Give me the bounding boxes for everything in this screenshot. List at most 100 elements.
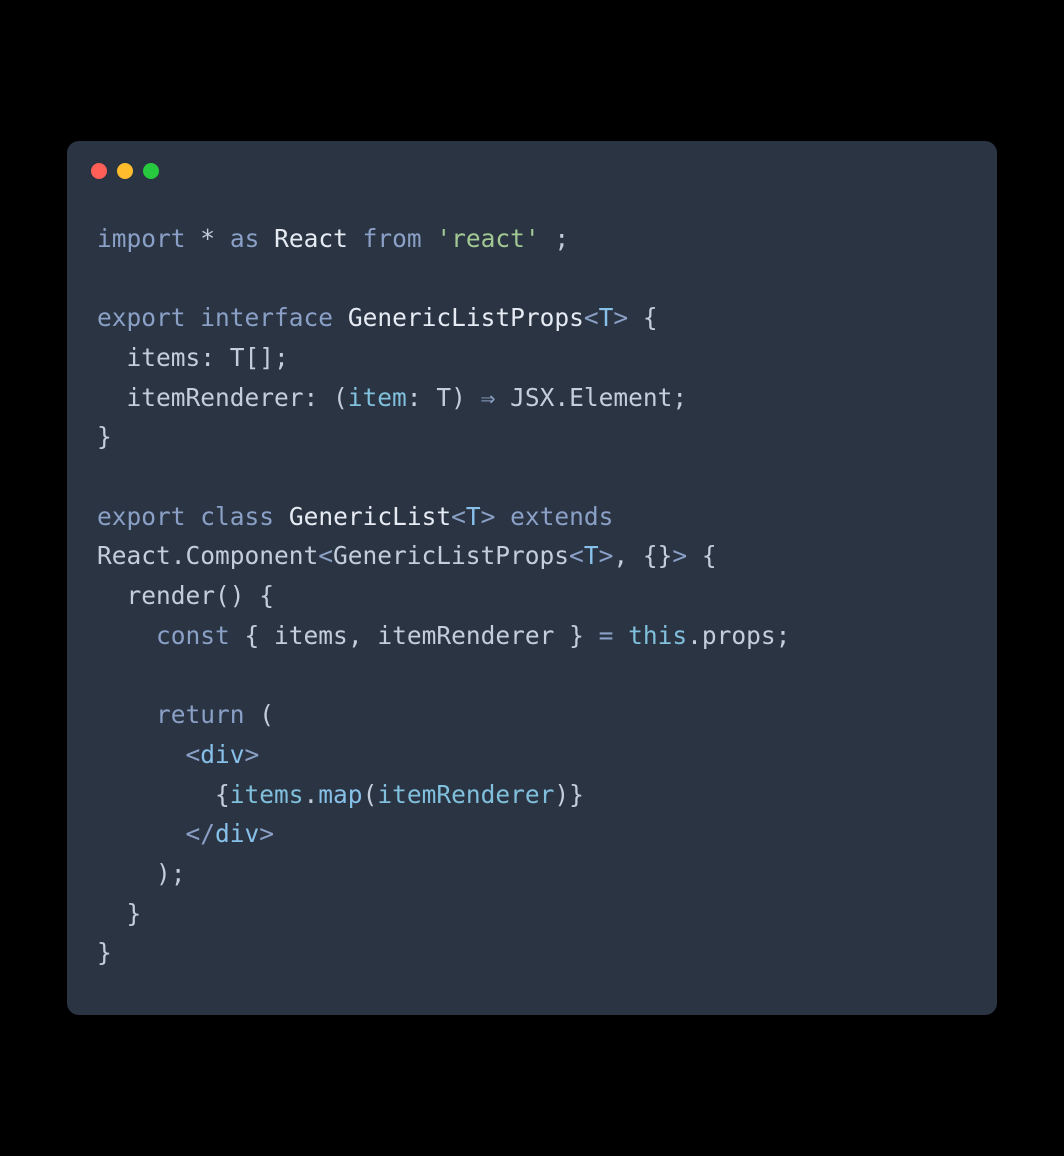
code-token: items [274, 621, 348, 650]
code-token: < [451, 502, 466, 531]
code-token [274, 502, 289, 531]
code-token: { [97, 780, 230, 809]
code-token: T [230, 343, 245, 372]
code-line: } [97, 933, 967, 973]
code-token: 'react' [436, 224, 539, 253]
code-token: items [97, 343, 200, 372]
code-line: } [97, 894, 967, 934]
code-token: > [613, 303, 628, 332]
code-line: render() { [97, 576, 967, 616]
code-token: item [348, 383, 407, 412]
code-token: React.Component [97, 541, 318, 570]
code-token: { [230, 621, 274, 650]
code-token: const [156, 621, 230, 650]
code-token: ( [363, 780, 378, 809]
code-token [259, 224, 274, 253]
code-token: return [156, 700, 245, 729]
code-token: } [97, 938, 112, 967]
code-token: , {} [613, 541, 672, 570]
code-token: < [584, 303, 599, 332]
code-token: interface [200, 303, 333, 332]
code-token: ; [540, 224, 570, 253]
code-token: from [363, 224, 422, 253]
maximize-icon[interactable] [143, 163, 159, 179]
code-token: } [554, 621, 598, 650]
code-token [215, 224, 230, 253]
code-line: const { items, itemRenderer } = this.pro… [97, 616, 967, 656]
code-token: export [97, 303, 186, 332]
code-token: GenericList [289, 502, 451, 531]
code-token: JSX.Element; [495, 383, 687, 412]
code-line: return ( [97, 695, 967, 735]
code-token [186, 224, 201, 253]
code-line [97, 457, 967, 497]
code-token: ) [554, 780, 569, 809]
code-token: : [200, 343, 230, 372]
code-token: () { [215, 581, 274, 610]
code-line: </div> [97, 814, 967, 854]
window-titlebar [67, 141, 997, 179]
code-token: : ( [304, 383, 348, 412]
code-token: items [230, 780, 304, 809]
code-token [97, 700, 156, 729]
code-token [333, 303, 348, 332]
minimize-icon[interactable] [117, 163, 133, 179]
code-token: : [407, 383, 437, 412]
code-token: T [584, 541, 599, 570]
code-line [97, 259, 967, 299]
code-token: { [628, 303, 658, 332]
code-line: export class GenericList<T> extends [97, 497, 967, 537]
code-line: {items.map(itemRenderer)} [97, 775, 967, 815]
code-token: import [97, 224, 186, 253]
code-token: . [304, 780, 319, 809]
code-token [186, 303, 201, 332]
code-token: > [599, 541, 614, 570]
code-token: < [569, 541, 584, 570]
code-token: } [97, 899, 141, 928]
code-token: GenericListProps [348, 303, 584, 332]
code-token: { [687, 541, 717, 570]
code-line [97, 656, 967, 696]
code-token: map [318, 780, 362, 809]
code-token: ⇒ [481, 383, 496, 412]
code-token: as [230, 224, 260, 253]
code-token [97, 740, 186, 769]
code-token: ) [451, 383, 481, 412]
code-token: []; [245, 343, 289, 372]
code-token: T [466, 502, 481, 531]
code-token: itemRenderer [377, 621, 554, 650]
code-token: </ [186, 819, 216, 848]
code-token [422, 224, 437, 253]
code-token: * [200, 224, 215, 253]
code-token [97, 819, 186, 848]
code-token: > [245, 740, 260, 769]
code-line: <div> [97, 735, 967, 775]
code-token: > [259, 819, 274, 848]
code-line: export interface GenericListProps<T> { [97, 298, 967, 338]
code-token: } [569, 780, 584, 809]
code-line: ); [97, 854, 967, 894]
code-token: .props; [687, 621, 790, 650]
code-token: , [348, 621, 378, 650]
code-editor: import * as React from 'react' ; export … [67, 179, 997, 973]
code-token: GenericListProps [333, 541, 569, 570]
close-icon[interactable] [91, 163, 107, 179]
code-token: export [97, 502, 186, 531]
code-token: T [436, 383, 451, 412]
code-token [97, 621, 156, 650]
code-token: } [97, 422, 112, 451]
code-token: div [200, 740, 244, 769]
code-token [348, 224, 363, 253]
code-line: items: T[]; [97, 338, 967, 378]
code-token [186, 502, 201, 531]
code-token: div [215, 819, 259, 848]
code-token: ); [97, 859, 186, 888]
code-line: } [97, 417, 967, 457]
code-token: this [628, 621, 687, 650]
code-token: < [186, 740, 201, 769]
code-token: > [672, 541, 687, 570]
code-token: itemRenderer [377, 780, 554, 809]
code-window: import * as React from 'react' ; export … [67, 141, 997, 1015]
code-token: < [318, 541, 333, 570]
code-token [495, 502, 510, 531]
